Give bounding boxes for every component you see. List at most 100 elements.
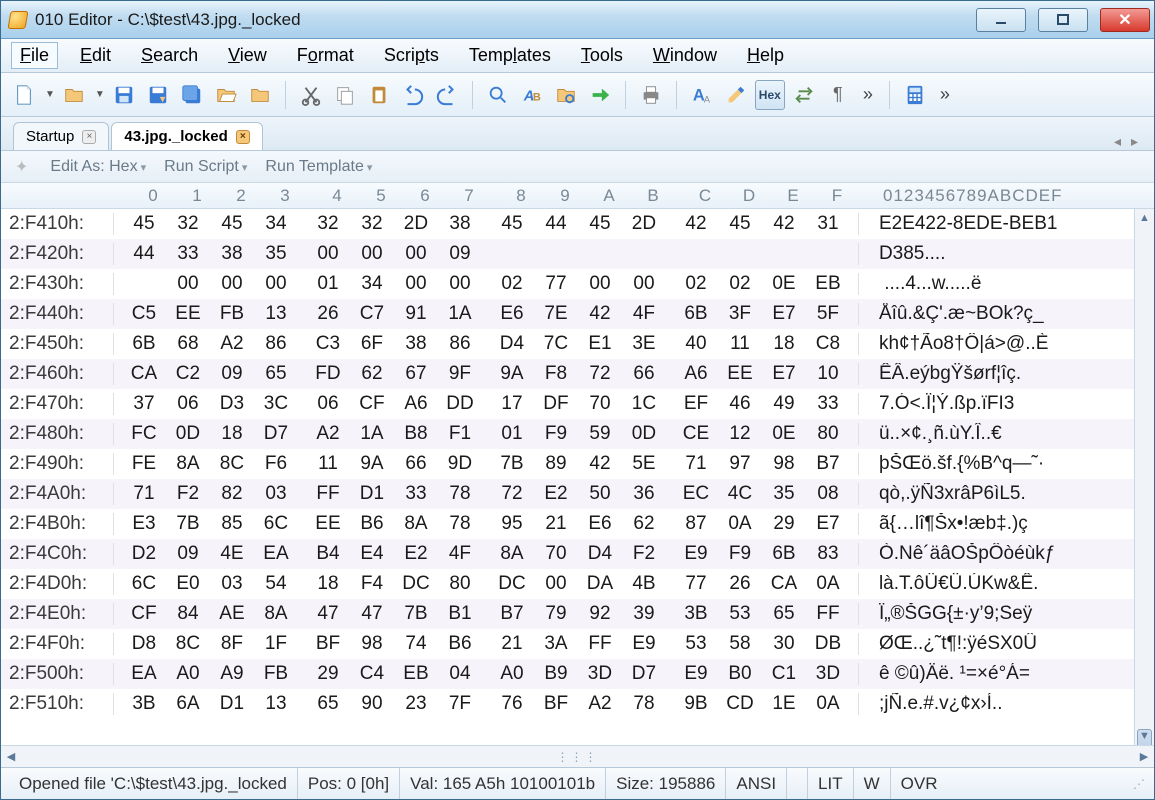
hex-byte[interactable]: 03 (254, 483, 298, 505)
hex-byte[interactable]: 00 (394, 243, 438, 265)
hex-row[interactable]: 2:F500h:EAA0A9FB29C4EB04A0B93DD7E9B0C13D… (1, 659, 1154, 689)
open-recent-button[interactable] (245, 80, 275, 110)
hex-byte[interactable]: 1A (438, 303, 482, 325)
hex-byte[interactable] (490, 243, 534, 265)
hex-bytes[interactable]: 000000013400000277000002020EEB (114, 273, 850, 295)
hex-byte[interactable]: 1A (350, 423, 394, 445)
hex-byte[interactable]: EB (394, 663, 438, 685)
hex-byte[interactable]: 3B (122, 693, 166, 715)
hex-byte[interactable]: 78 (438, 483, 482, 505)
hex-byte[interactable]: FC (122, 423, 166, 445)
ascii-cell[interactable]: 7.Ó<.Ï¦Ý.ßp.ïFI3 (858, 393, 1154, 415)
hex-byte[interactable]: 65 (254, 363, 298, 385)
hex-byte[interactable]: 00 (350, 243, 394, 265)
hex-byte[interactable]: 2D (622, 213, 666, 235)
hex-byte[interactable] (622, 243, 666, 265)
hex-byte[interactable]: 86 (438, 333, 482, 355)
status-pos[interactable]: Pos: 0 [0h] (298, 768, 400, 799)
menu-view[interactable]: View (220, 43, 275, 68)
hex-byte[interactable]: EA (122, 663, 166, 685)
hex-byte[interactable]: 44 (122, 243, 166, 265)
hex-byte[interactable]: 9D (438, 453, 482, 475)
hex-row[interactable]: 2:F4E0h:CF84AE8A47477BB1B77992393B5365FF… (1, 599, 1154, 629)
hex-row[interactable]: 2:F430h: 000000013400000277000002020EEB … (1, 269, 1154, 299)
redo-button[interactable] (432, 80, 462, 110)
toolbar-overflow-2[interactable]: » (934, 84, 956, 105)
hex-byte[interactable]: 18 (306, 573, 350, 595)
hex-byte[interactable]: 01 (490, 423, 534, 445)
replace-button[interactable]: AB (517, 80, 547, 110)
hex-byte[interactable]: 4B (622, 573, 666, 595)
hex-byte[interactable]: 46 (718, 393, 762, 415)
hex-bytes[interactable]: C5EEFB1326C7911AE67E424F6B3FE75F (114, 303, 850, 325)
hex-byte[interactable]: 4C (718, 483, 762, 505)
hex-byte[interactable]: 1F (254, 633, 298, 655)
hex-byte[interactable]: 80 (438, 573, 482, 595)
hex-bytes[interactable]: 4433383500000009 (114, 243, 850, 265)
hex-byte[interactable]: 6F (350, 333, 394, 355)
hex-byte[interactable]: 00 (438, 273, 482, 295)
hex-byte[interactable]: 71 (674, 453, 718, 475)
hex-byte[interactable]: C4 (350, 663, 394, 685)
hex-bytes[interactable]: 71F28203FFD1337872E25036EC4C3508 (114, 483, 850, 505)
hex-byte[interactable]: DB (806, 633, 850, 655)
hex-byte[interactable]: 50 (578, 483, 622, 505)
hex-byte[interactable]: CF (122, 603, 166, 625)
ascii-cell[interactable]: Ò.Nê´äâOŠpÔòéùkƒ (858, 543, 1154, 565)
hex-byte[interactable]: 38 (438, 213, 482, 235)
resize-grip-icon[interactable]: ⋰ (1133, 777, 1146, 791)
menu-file[interactable]: File (11, 42, 58, 69)
hex-byte[interactable]: 45 (490, 213, 534, 235)
menu-format[interactable]: Format (289, 43, 362, 68)
hex-byte[interactable]: 85 (210, 513, 254, 535)
hex-byte[interactable]: 6A (166, 693, 210, 715)
hex-byte[interactable]: 66 (394, 453, 438, 475)
hex-byte[interactable]: 98 (762, 453, 806, 475)
hex-byte[interactable]: F1 (438, 423, 482, 445)
hex-byte[interactable]: 35 (254, 243, 298, 265)
hex-byte[interactable]: 0E (762, 273, 806, 295)
hex-byte[interactable]: 6C (254, 513, 298, 535)
hex-byte[interactable]: 49 (762, 393, 806, 415)
show-whitespace-button[interactable]: ¶ (823, 80, 853, 110)
hex-byte[interactable]: 1C (622, 393, 666, 415)
menu-help[interactable]: Help (739, 43, 792, 68)
hex-byte[interactable]: 8A (254, 603, 298, 625)
hex-byte[interactable]: 8A (490, 543, 534, 565)
ascii-cell[interactable]: ê ©û)Äë. ¹=×é°Á= (858, 663, 1154, 685)
hex-byte[interactable]: 6B (762, 543, 806, 565)
save-button[interactable] (109, 80, 139, 110)
hex-byte[interactable]: 37 (122, 393, 166, 415)
hex-byte[interactable]: E2 (534, 483, 578, 505)
hex-byte[interactable]: 2D (394, 213, 438, 235)
vertical-scrollbar[interactable]: ▲ ▼ (1134, 209, 1154, 745)
hex-byte[interactable]: 32 (350, 213, 394, 235)
hex-byte[interactable]: 34 (350, 273, 394, 295)
hex-byte[interactable]: 98 (350, 633, 394, 655)
hex-byte[interactable]: E6 (490, 303, 534, 325)
hex-byte[interactable]: E3 (122, 513, 166, 535)
hex-byte[interactable]: 42 (674, 213, 718, 235)
hex-byte[interactable]: 34 (254, 213, 298, 235)
hex-byte[interactable] (762, 243, 806, 265)
scroll-up-icon[interactable]: ▲ (1135, 209, 1154, 227)
hex-byte[interactable]: 42 (578, 303, 622, 325)
paste-button[interactable] (364, 80, 394, 110)
star-icon[interactable]: ✦ (15, 157, 28, 177)
hex-byte[interactable]: C5 (122, 303, 166, 325)
hex-byte[interactable]: 0D (622, 423, 666, 445)
hex-row[interactable]: 2:F460h:CAC20965FD62679F9AF87266A6EEE710… (1, 359, 1154, 389)
hex-byte[interactable]: 6C (122, 573, 166, 595)
hex-byte[interactable]: EA (254, 543, 298, 565)
hex-byte[interactable]: 12 (718, 423, 762, 445)
close-button[interactable]: ✕ (1100, 8, 1150, 32)
hex-bytes[interactable]: 3B6AD1136590237F76BFA2789BCD1E0A (114, 693, 850, 715)
hex-byte[interactable]: 1E (762, 693, 806, 715)
hex-byte[interactable] (122, 273, 166, 295)
hex-row[interactable]: 2:F4D0h:6CE0035418F4DC80DC00DA4B7726CA0A… (1, 569, 1154, 599)
hex-byte[interactable]: FF (806, 603, 850, 625)
hex-byte[interactable]: 29 (306, 663, 350, 685)
hex-byte[interactable]: 38 (210, 243, 254, 265)
hex-byte[interactable]: 00 (534, 573, 578, 595)
hex-byte[interactable]: A6 (394, 393, 438, 415)
